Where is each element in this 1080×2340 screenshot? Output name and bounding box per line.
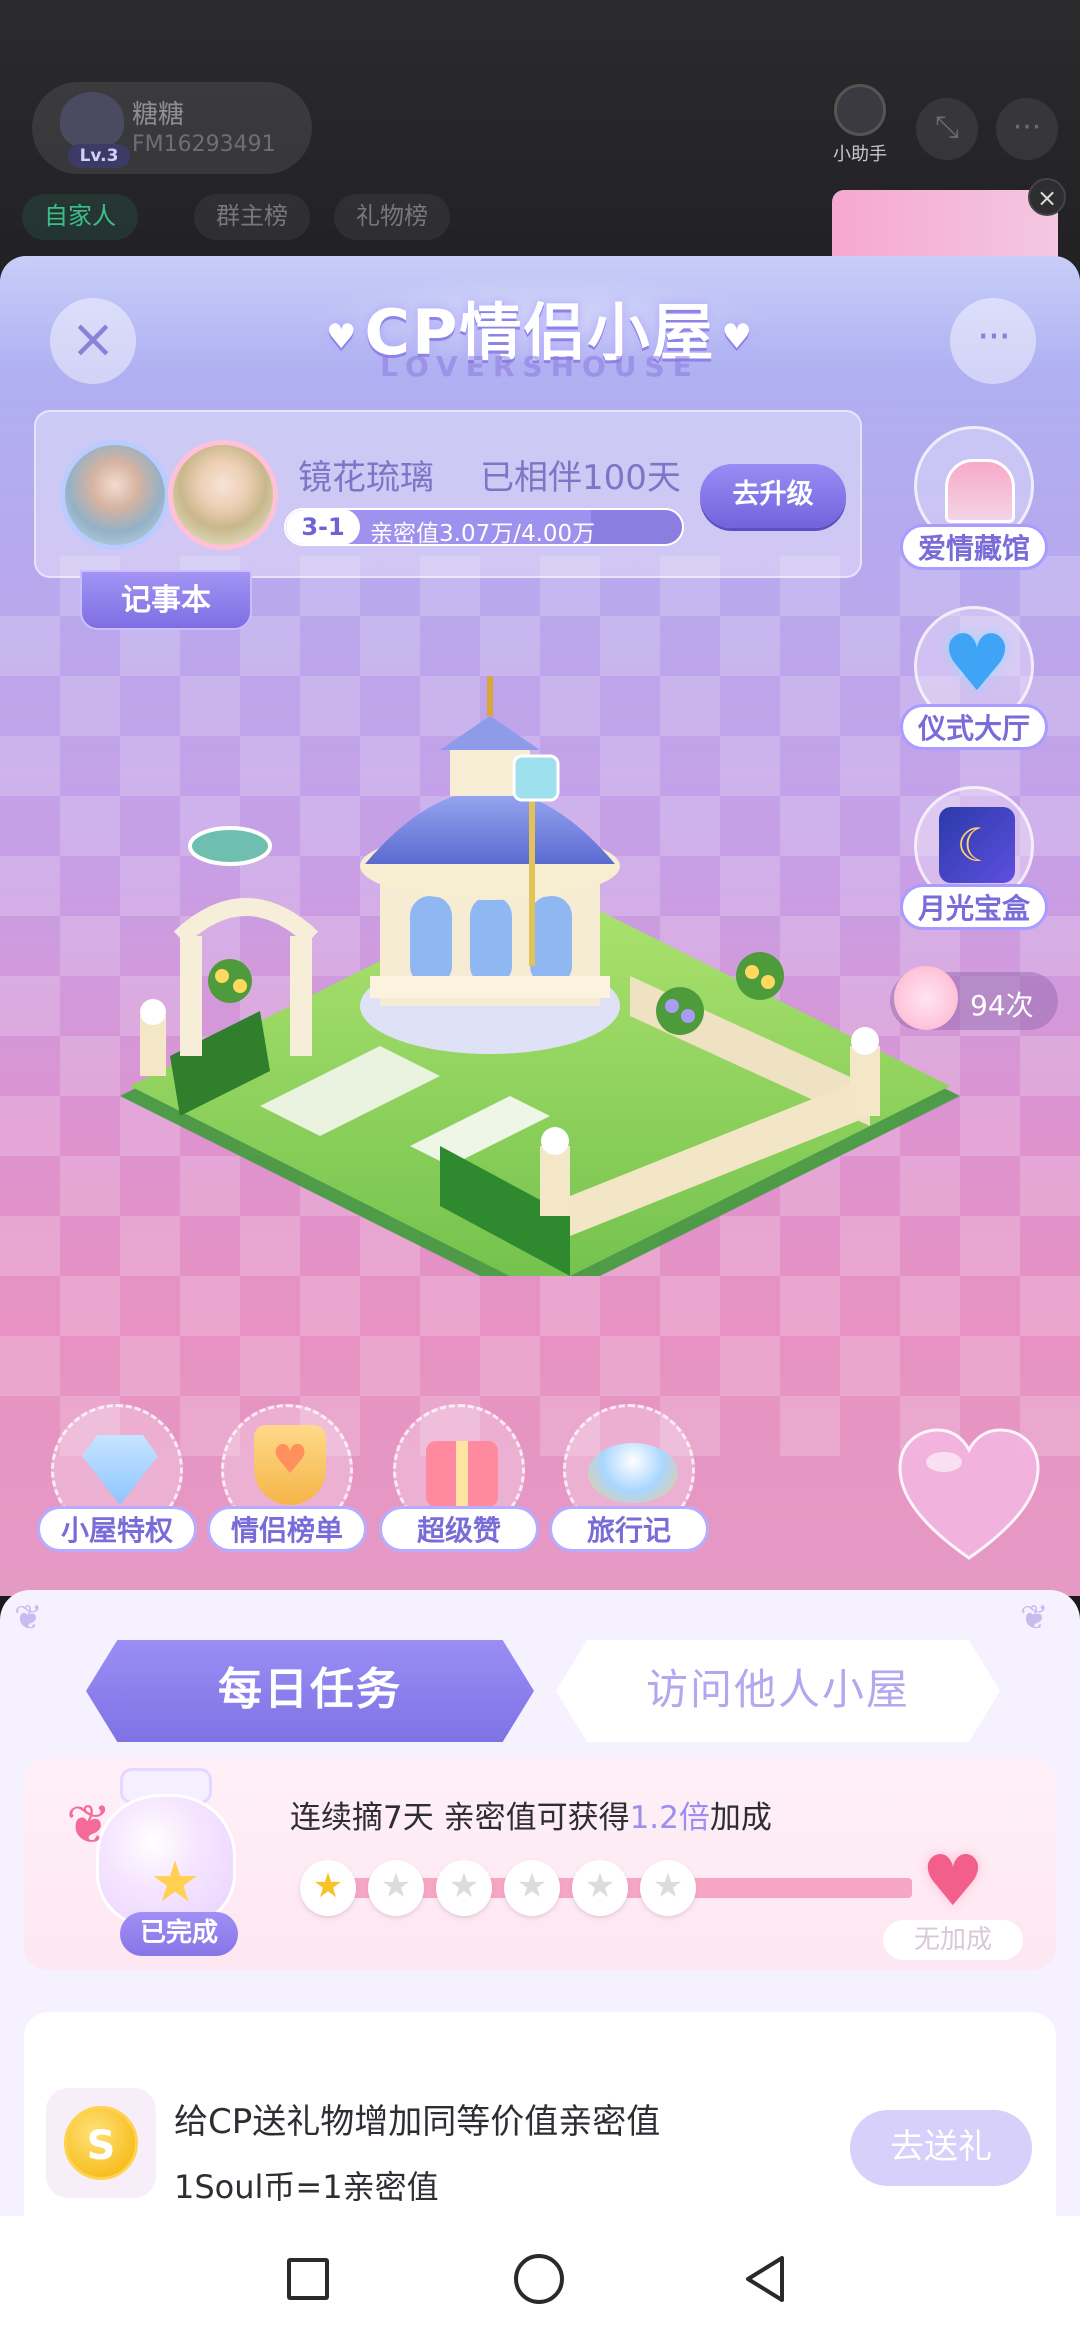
- house-svg: [120, 676, 960, 1276]
- panel-close-button[interactable]: ×: [50, 298, 136, 384]
- couple-card: 镜花琉璃 已相伴100天 3-1 亲密值3.07万/4.00万 去升级: [34, 410, 862, 578]
- partner-avatar-1[interactable]: [60, 440, 170, 550]
- host-level-badge: Lv.3: [68, 144, 130, 168]
- assistant-label: 小助手: [833, 144, 887, 165]
- more-icon: ···: [976, 314, 1011, 360]
- house-level-badge: 3-1: [286, 510, 360, 544]
- close-icon: ×: [70, 307, 116, 370]
- side-label: 爱情藏馆: [900, 524, 1048, 570]
- tab-daily-tasks[interactable]: 每日任务: [86, 1640, 534, 1742]
- robot-icon: [834, 84, 886, 136]
- quick-couple-rank[interactable]: 情侣榜单: [202, 1404, 372, 1552]
- quick-label: 超级赞: [379, 1506, 539, 1552]
- back-icon[interactable]: [742, 2254, 792, 2304]
- home-icon[interactable]: [514, 2254, 564, 2304]
- cp-house-panel: ♥CP情侣小屋 ♥ LOVERSHOUSE × ··· 镜花琉璃 已相伴100天 …: [0, 256, 1080, 1596]
- recents-icon[interactable]: [287, 2258, 329, 2300]
- minimize-icon: ⤡: [935, 110, 959, 145]
- streak-day-done: [300, 1860, 356, 1916]
- house-illustration[interactable]: [110, 676, 970, 1276]
- tab-label: 每日任务: [218, 1664, 402, 1715]
- system-nav-bar: [0, 2216, 1080, 2340]
- completed-badge: 已完成: [120, 1912, 238, 1956]
- panel-subtitle: LOVERSHOUSE: [380, 350, 700, 383]
- bonus-reward: ♥ 无加成: [878, 1842, 1028, 1962]
- quick-label: 情侣榜单: [207, 1506, 367, 1552]
- task-text-suffix: 加成: [709, 1800, 772, 1836]
- likes-count: 94次: [970, 989, 1034, 1022]
- banner-close-button[interactable]: ×: [1028, 178, 1066, 216]
- side-love-museum[interactable]: 爱情藏馆: [894, 426, 1054, 570]
- host-name: 糖糖: [132, 100, 185, 130]
- star-icon: ★: [150, 1850, 201, 1915]
- task-sheet: ❦ ❦ 每日任务 访问他人小屋 ❦ ★ 已完成 连续摘7天 亲密值可获得1.2倍…: [0, 1590, 1080, 2312]
- minimize-button[interactable]: ⤡: [916, 98, 978, 160]
- quick-house-privilege[interactable]: 小屋特权: [32, 1404, 202, 1552]
- room-header: Lv.3 糖糖 FM16293491 小助手 ⤡ ··· 自家人 群主榜 礼物榜…: [0, 0, 1080, 300]
- tab-label: 访问他人小屋: [645, 1665, 910, 1714]
- assistant-button[interactable]: 小助手: [828, 84, 892, 165]
- streak-day-pending: [572, 1860, 628, 1916]
- room-more-button[interactable]: ···: [996, 98, 1058, 160]
- quick-super-like[interactable]: 超级赞: [374, 1404, 544, 1552]
- days-together: 已相伴100天: [480, 458, 681, 498]
- corner-ornament-icon: ❦: [14, 1598, 43, 1638]
- more-icon: ···: [1012, 110, 1042, 145]
- task-text-prefix: 连续摘7天 亲密值可获得: [290, 1800, 630, 1836]
- quick-travel-log[interactable]: 旅行记: [544, 1404, 714, 1552]
- partner-avatar-2[interactable]: [168, 440, 278, 550]
- heart-icon: ♥: [921, 1840, 985, 1922]
- tab-label: 礼物榜: [356, 202, 428, 230]
- streak-day-pending: [640, 1860, 696, 1916]
- coin-icon-box: S: [46, 2088, 156, 2198]
- gift-task-subtitle: 1Soul币=1亲密值: [174, 2168, 439, 2206]
- host-avatar: Lv.3: [50, 88, 134, 168]
- tab-group-rank[interactable]: 群主榜: [194, 194, 310, 240]
- jar-illustration: ❦ ★: [66, 1764, 246, 1936]
- tab-self-family[interactable]: 自家人: [22, 194, 138, 240]
- send-gift-button[interactable]: 去送礼: [850, 2110, 1032, 2186]
- no-bonus-label: 无加成: [883, 1920, 1023, 1960]
- tab-gift-rank[interactable]: 礼物榜: [334, 194, 450, 240]
- upgrade-button[interactable]: 去升级: [700, 464, 846, 528]
- tab-label: 自家人: [44, 202, 116, 230]
- tab-label: 群主榜: [216, 202, 288, 230]
- couple-name: 镜花琉璃: [298, 458, 434, 498]
- streak-day-pending: [368, 1860, 424, 1916]
- streak-day-pending: [436, 1860, 492, 1916]
- streak-day-pending: [504, 1860, 560, 1916]
- corner-ornament-icon: ❦: [1020, 1598, 1049, 1638]
- bonus-multiplier: 1.2倍: [629, 1800, 710, 1836]
- panel-more-button[interactable]: ···: [950, 298, 1036, 384]
- screen: Lv.3 糖糖 FM16293491 小助手 ⤡ ··· 自家人 群主榜 礼物榜…: [0, 0, 1080, 2340]
- heart-icon[interactable]: [896, 1426, 1042, 1566]
- tab-visit-houses[interactable]: 访问他人小屋: [556, 1640, 1000, 1742]
- intimacy-progress-bar: 3-1 亲密值3.07万/4.00万: [284, 508, 684, 546]
- notebook-button[interactable]: 记事本: [80, 570, 252, 630]
- quick-label: 小屋特权: [37, 1506, 197, 1552]
- streak-task-text: 连续摘7天 亲密值可获得1.2倍加成: [290, 1792, 772, 1837]
- ribbon-icon: ❦: [66, 1793, 112, 1856]
- streak-task-card: ❦ ★ 已完成 连续摘7天 亲密值可获得1.2倍加成 ♥ 无加成: [24, 1758, 1056, 1970]
- close-icon: ×: [1036, 184, 1058, 212]
- soul-coin-icon: S: [64, 2106, 138, 2180]
- gift-task-title: 给CP送礼物增加同等价值亲密值: [174, 2102, 661, 2142]
- bird-avatar-icon: [60, 92, 124, 148]
- host-id: FM16293491: [132, 132, 276, 157]
- host-info[interactable]: Lv.3 糖糖 FM16293491: [32, 82, 312, 174]
- quick-label: 旅行记: [549, 1506, 709, 1552]
- intimacy-value: 亲密值3.07万/4.00万: [370, 521, 596, 546]
